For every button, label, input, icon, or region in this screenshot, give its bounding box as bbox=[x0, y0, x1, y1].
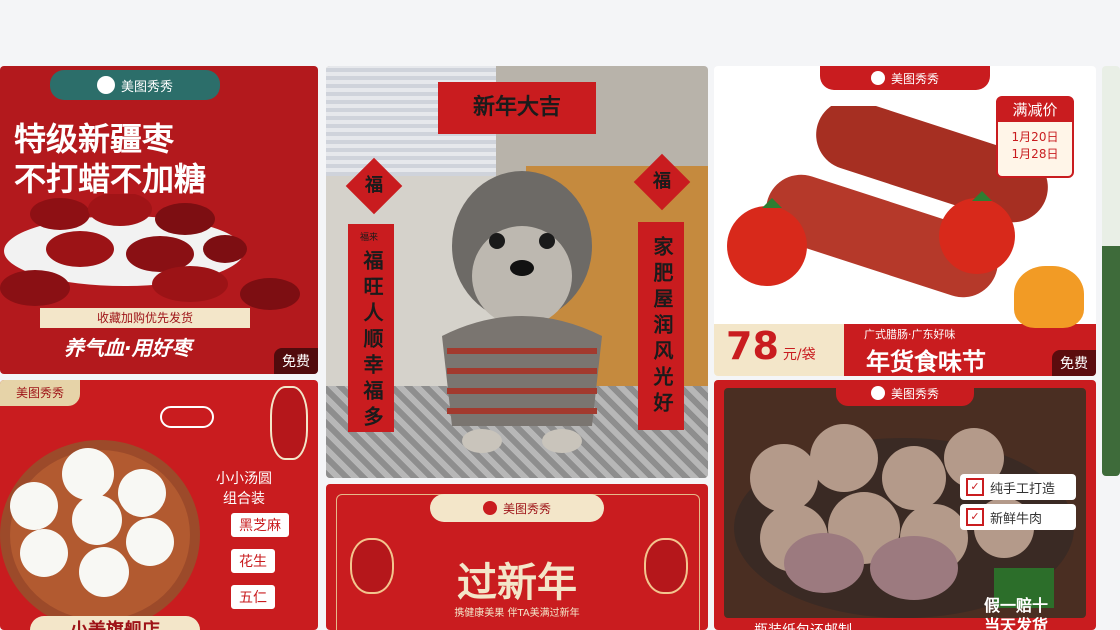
card-partial-right[interactable] bbox=[1102, 66, 1120, 476]
price-tag-date2: 1月28日 bbox=[1011, 147, 1059, 161]
flavor-list: 黑芝麻 花生 五仁 bbox=[230, 512, 300, 610]
price-tag-date1: 1月20日 bbox=[1011, 130, 1059, 144]
partial-image bbox=[1102, 246, 1120, 476]
free-badge: 免费 bbox=[274, 348, 318, 374]
dates-subtitle-banner: 收藏加购优先发货 bbox=[40, 308, 250, 328]
flavor-1: 黑芝麻 bbox=[230, 512, 290, 538]
left-couplet-tag: 福来 bbox=[360, 233, 379, 243]
newyear-subtitle: 携健康美果 伴TA美满过新年 bbox=[454, 608, 580, 619]
flavor-2: 花生 bbox=[230, 548, 276, 574]
checkbox-icon: ✓ bbox=[966, 478, 984, 496]
brand-logo-icon bbox=[96, 76, 115, 94]
check-label-1: 纯手工打造 bbox=[990, 481, 1056, 497]
lantern-decoration bbox=[270, 386, 308, 460]
card-dog[interactable]: 新年大吉 福 福 福来 福旺人顺幸福多 家肥屋润风光好 bbox=[326, 66, 708, 478]
banner-text: 新年大吉 bbox=[472, 95, 561, 120]
brand-name: 美图秀秀 bbox=[120, 79, 173, 95]
right-couplet: 家肥屋润风光好 bbox=[638, 222, 684, 430]
brand-name: 美图秀秀 bbox=[502, 501, 551, 516]
brand-badge: 美图秀秀 bbox=[836, 380, 974, 406]
cloud-decoration bbox=[160, 406, 214, 428]
brand-badge: 美图秀秀 bbox=[820, 66, 990, 90]
top-bar bbox=[0, 0, 1120, 62]
tangyuan-title: 小小汤圆组合装 bbox=[216, 471, 272, 507]
card-dates[interactable]: 美图秀秀 特级新疆枣 不打蜡不加糖 收藏加购优先发货 养气血·用好枣 免费 bbox=[0, 66, 318, 374]
shop-name-banner: 小美旗舰店 bbox=[30, 616, 200, 630]
flavor-3: 五仁 bbox=[230, 584, 276, 610]
right-couplet-text: 家肥屋润风光好 bbox=[650, 236, 674, 418]
shop-name: 小美旗舰店 bbox=[70, 620, 160, 630]
fu-diamond-right: 福 bbox=[633, 153, 691, 211]
price-value: 78 bbox=[726, 324, 779, 368]
beef-bottom-2: 当天发货 bbox=[984, 616, 1049, 630]
lantern-right-icon bbox=[644, 538, 688, 594]
lantern-left-icon bbox=[350, 538, 394, 594]
price-box: 78 元/袋 bbox=[714, 324, 844, 376]
card-beef[interactable]: 美图秀秀 ✓ 纯手工打造 ✓ 新鲜牛肉 假一赔十 当天发货 瓶装纸包还邮制 bbox=[714, 380, 1096, 630]
brand-logo-icon bbox=[482, 501, 497, 515]
left-couplet-text: 福旺人顺幸福多 bbox=[360, 250, 384, 432]
left-couplet: 福来 福旺人顺幸福多 bbox=[348, 224, 394, 432]
new-year-banner: 新年大吉 bbox=[438, 82, 596, 134]
fu-diamond-left: 福 bbox=[345, 157, 403, 215]
beef-bottom-partial: 瓶装纸包还邮制 bbox=[754, 620, 852, 630]
brand-name: 美图秀秀 bbox=[890, 71, 939, 86]
card-newyear[interactable]: 美图秀秀 过新年 携健康美果 伴TA美满过新年 bbox=[326, 484, 708, 630]
brand-name: 美图秀秀 bbox=[15, 386, 64, 400]
card-sausage[interactable]: 美图秀秀 满减价 1月20日 1月28日 78 元/袋 广式腊肠·广东好味 年货… bbox=[714, 66, 1096, 376]
brand-badge: 美图秀秀 bbox=[0, 380, 80, 406]
bowl-image bbox=[0, 440, 200, 630]
newyear-title: 过新年 bbox=[457, 560, 577, 606]
free-badge: 免费 bbox=[1052, 350, 1096, 376]
dates-slogan: 养气血·用好枣 bbox=[64, 336, 192, 360]
brand-name: 美图秀秀 bbox=[890, 386, 939, 401]
checkbox-icon: ✓ bbox=[966, 508, 984, 526]
tiger-mascot bbox=[1014, 266, 1084, 328]
brand-logo-icon bbox=[870, 71, 885, 85]
check-tag-1: ✓ 纯手工打造 bbox=[960, 474, 1076, 500]
dates-subtitle: 收藏加购优先发货 bbox=[96, 311, 193, 325]
brand-badge: 美图秀秀 bbox=[50, 70, 220, 100]
price-tag-title: 满减价 bbox=[998, 98, 1072, 122]
fest-title: 年货食味节 bbox=[866, 348, 986, 376]
card-tangyuan[interactable]: 美图秀秀 小小汤圆组合装 黑芝麻 花生 五仁 小美旗舰店 bbox=[0, 380, 318, 630]
check-label-2: 新鲜牛肉 bbox=[990, 511, 1043, 527]
dog-image bbox=[422, 156, 622, 456]
brand-badge: 美图秀秀 bbox=[430, 494, 604, 522]
beef-photo bbox=[724, 388, 1086, 618]
brand-logo-icon bbox=[870, 386, 885, 400]
price-unit: 元/袋 bbox=[782, 347, 816, 363]
fest-small-label: 广式腊肠·广东好味 bbox=[864, 328, 956, 341]
price-tag-panel: 满减价 1月20日 1月28日 bbox=[996, 96, 1074, 178]
check-tag-2: ✓ 新鲜牛肉 bbox=[960, 504, 1076, 530]
